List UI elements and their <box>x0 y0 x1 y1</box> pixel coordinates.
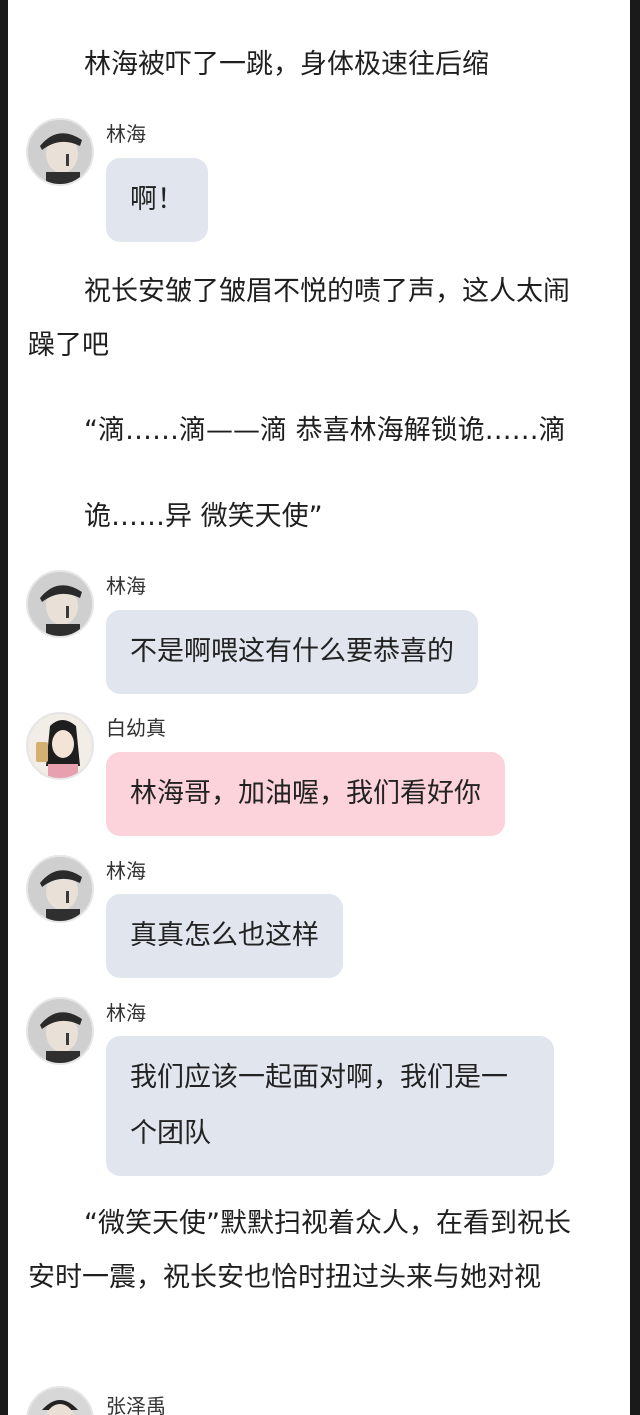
message-bubble[interactable]: 林海哥，加油喔，我们看好你 <box>106 752 505 836</box>
avatar-linhai[interactable] <box>26 570 94 638</box>
sender-name: 林海 <box>106 122 146 146</box>
avatar-boy-cap-icon <box>28 857 92 921</box>
sender-name: 林海 <box>106 859 146 883</box>
narration-paragraph-5: “微笑天使”默默扫视着众人，在看到祝长安时一震，祝长安也恰时扭过头来与她对视 <box>28 1208 571 1293</box>
narration-paragraph-3: “滴……滴——滴 恭喜林海解锁诡……滴 <box>84 415 566 446</box>
narration-paragraph-4: 诡……异 微笑天使” <box>84 501 323 532</box>
message-bubble[interactable]: 不是啊喂这有什么要恭喜的 <box>106 610 478 694</box>
sender-name: 林海 <box>106 574 146 598</box>
narration-paragraph-2: 祝长安皱了皱眉不悦的啧了声，这人太闹躁了吧 <box>28 276 570 361</box>
avatar-linhai[interactable] <box>26 118 94 186</box>
sender-name: 张泽禹 <box>106 1394 166 1415</box>
message-bubble[interactable]: 啊！ <box>106 158 208 242</box>
narration-paragraph-1: 林海被吓了一跳，身体极速往后缩 <box>84 49 489 80</box>
sender-name: 林海 <box>106 1001 146 1025</box>
sender-name: 白幼真 <box>106 716 166 740</box>
chat-story-page: 林海被吓了一跳，身体极速往后缩 林海 啊！ 祝长安皱了皱眉不悦的啧了声，这人太闹… <box>8 0 630 1415</box>
message-bubble[interactable]: 我们应该一起面对啊，我们是一个团队 <box>106 1036 554 1176</box>
avatar-linhai[interactable] <box>26 997 94 1065</box>
avatar-boy-cap-icon <box>28 572 92 636</box>
avatar-boy-icon <box>28 1388 92 1415</box>
message-bubble[interactable]: 真真怎么也这样 <box>106 894 343 978</box>
avatar-linhai[interactable] <box>26 855 94 923</box>
avatar-girl-selfie-icon <box>28 714 92 778</box>
avatar-baiyouzhen[interactable] <box>26 712 94 780</box>
avatar-boy-cap-icon <box>28 120 92 184</box>
avatar-boy-cap-icon <box>28 999 92 1063</box>
avatar-zhangzeyu[interactable] <box>26 1386 94 1415</box>
